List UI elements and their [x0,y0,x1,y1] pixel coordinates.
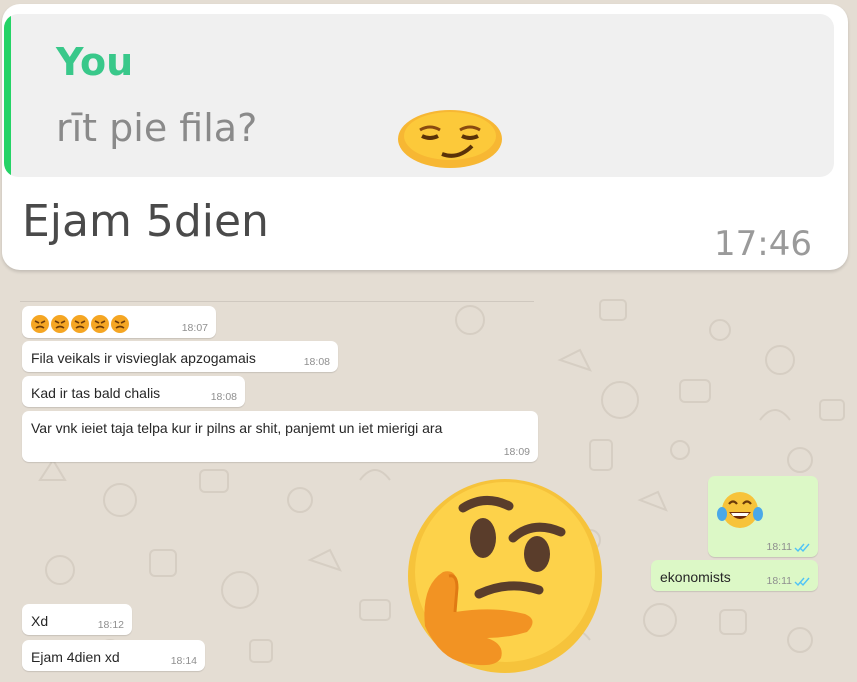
message-bubble[interactable]: Kad ir tas bald chalis 18:08 [22,376,245,407]
message-time: 18:08 [210,391,237,403]
read-ticks-icon [794,543,810,553]
message-time: 18:07 [181,322,208,334]
divider-line [20,301,534,302]
angry-face-icon [31,315,129,333]
message-time: 18:09 [503,446,530,458]
message-bubble[interactable]: Fila veikals ir visvieglak apzogamais 18… [22,341,338,372]
message-text: Kad ir tas bald chalis [31,385,161,401]
message-time: 18:11 [766,541,793,553]
reply-message-text: Ejam 5dien [22,196,269,247]
quote-accent-bar [4,14,11,177]
message-text: ekonomists [660,569,731,585]
message-text: Var vnk ieiet taja telpa kur ir pilns ar… [31,420,443,436]
message-text: Xd [31,613,49,629]
message-bubble-outgoing[interactable]: ekonomists 18:11 [651,560,818,591]
message-bubble[interactable]: Xd 18:12 [22,604,132,635]
quoted-text: rīt pie fila? [56,106,258,150]
quoted-author: You [56,40,134,84]
message-bubble[interactable]: 18:07 [22,306,216,338]
message-text: Ejam 4dien xd [31,649,120,665]
emoji-row [30,314,130,334]
quoted-message[interactable]: You rīt pie fila? [4,14,834,177]
message-time: 18:12 [97,619,124,631]
smirking-face-icon [398,110,502,168]
read-ticks-icon [794,577,810,587]
message-time: 18:14 [170,655,197,667]
reply-message-time: 17:46 [714,224,812,264]
message-time: 18:08 [303,356,330,368]
message-bubble[interactable]: Var vnk ieiet taja telpa kur ir pilns ar… [22,411,538,462]
face-with-tears-of-joy-icon [717,492,763,528]
message-text: Fila veikals ir visvieglak apzogamais [31,350,256,366]
thinking-face-icon [408,479,602,673]
message-time: 18:11 [766,575,793,587]
message-bubble[interactable]: Ejam 4dien xd 18:14 [22,640,205,671]
message-bubble-outgoing[interactable]: 18:11 [708,476,818,557]
zoomed-reply-message[interactable]: You rīt pie fila? Ejam 5dien 17:46 [2,4,848,270]
